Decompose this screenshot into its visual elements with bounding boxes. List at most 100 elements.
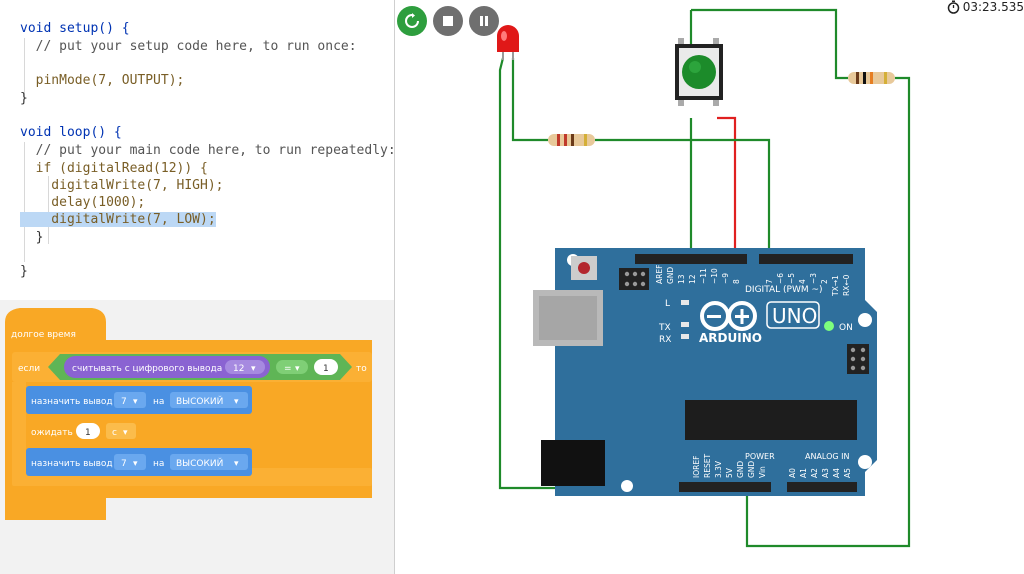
pin-label-tx1: TX→1: [831, 275, 840, 297]
chevron-down-icon: ▾: [133, 397, 138, 407]
digital-label: DIGITAL (PWM ~): [745, 285, 823, 295]
pin-label-12: 12: [688, 274, 697, 284]
set2-pin: 7: [121, 459, 127, 469]
simulator-canvas[interactable]: 03:23.535 UNO ARDUINO ON TX RX L DIGITAL…: [395, 0, 1024, 574]
chevron-down-icon: ▾: [133, 459, 138, 469]
resistor-led[interactable]: [548, 134, 595, 146]
pin-label-rx0: RX←0: [842, 274, 851, 296]
read-pin-value: 12: [233, 364, 244, 374]
set1-label: назначить вывод: [31, 397, 113, 407]
analog-label: ANALOG IN: [805, 452, 850, 461]
compare-op-dropdown[interactable]: [276, 360, 308, 374]
code-editor[interactable]: void setup() { // put your setup code he…: [0, 0, 394, 300]
pin-label-2: 2: [820, 279, 829, 284]
code-line-12[interactable]: digitalWrite(7, LOW);: [20, 211, 216, 229]
pin-label-11: ~11: [699, 268, 708, 284]
pin-label-5v: 5V: [725, 467, 734, 478]
code-line-4[interactable]: pinMode(7, OUTPUT);: [20, 72, 185, 90]
code-line-9[interactable]: if (digitalRead(12)) {: [20, 160, 208, 178]
pin-label-a0: A0: [788, 468, 797, 478]
code-line-10[interactable]: digitalWrite(7, HIGH);: [20, 177, 223, 195]
pin-label-3: ~3: [809, 273, 818, 284]
set2-pin-dropdown[interactable]: [114, 454, 146, 470]
read-label: считывать с цифрового вывода: [72, 364, 222, 374]
set1-to: на: [153, 397, 164, 407]
chevron-down-icon: ▾: [295, 364, 300, 374]
set-pin-block-2[interactable]: назначить вывод 7 ▾ на ВЫСОКИЙ ▾: [26, 448, 252, 476]
code-line-5[interactable]: }: [20, 90, 28, 108]
circuit-diagram[interactable]: UNO ARDUINO ON TX RX L DIGITAL (PWM ~) P…: [395, 0, 1024, 574]
tx-label: TX: [658, 323, 671, 333]
forever-label: долгое время: [11, 330, 76, 340]
set2-value: ВЫСОКИЙ: [176, 457, 223, 469]
led[interactable]: [497, 25, 519, 60]
code-line-1[interactable]: void setup() {: [20, 20, 130, 38]
header-analog: [787, 482, 857, 492]
compare-op-value: =: [284, 364, 292, 374]
pin-label-aref: AREF: [655, 265, 664, 284]
header-digital-high: [635, 254, 747, 264]
wait-unit: с: [112, 428, 117, 438]
rx-label: RX: [659, 335, 671, 345]
l-label: L: [665, 299, 670, 309]
on-label: ON: [839, 323, 853, 333]
power-led: [824, 321, 834, 331]
wait-value: 1: [85, 428, 91, 438]
blocks-canvas[interactable]: долгое время если то считывать с цифрово…: [0, 300, 394, 574]
set1-pin: 7: [121, 397, 127, 407]
code-line-8[interactable]: // put your main code here, to run repea…: [20, 142, 394, 160]
pin-label-5: ~5: [787, 273, 796, 284]
code-line-7[interactable]: void loop() {: [20, 124, 122, 142]
set2-to: на: [153, 459, 164, 469]
blocks-workspace[interactable]: долгое время если то считывать с цифрово…: [0, 300, 394, 574]
selected-code[interactable]: digitalWrite(7, LOW);: [20, 212, 216, 227]
chevron-down-icon: ▾: [234, 397, 239, 407]
power-jack: [541, 440, 605, 486]
code-line-11[interactable]: delay(1000);: [20, 194, 145, 212]
code-line-15[interactable]: }: [20, 263, 28, 281]
read-pin-dropdown[interactable]: [225, 360, 265, 374]
pin-label-4: 4: [798, 279, 807, 284]
set1-pin-dropdown[interactable]: [114, 392, 146, 408]
pin-label-a4: A4: [832, 468, 841, 478]
wire-resistor-pin7[interactable]: [595, 138, 771, 262]
pin-label-6: ~6: [776, 273, 785, 284]
push-button[interactable]: [675, 38, 723, 106]
chevron-down-icon: ▾: [251, 364, 256, 374]
code-line-2[interactable]: // put your setup code here, to run once…: [20, 38, 357, 56]
pin-label-gnd1: GND: [736, 461, 745, 478]
header-power: [679, 482, 771, 492]
header-digital-low: [759, 254, 853, 264]
arduino-uno[interactable]: UNO ARDUINO ON TX RX L DIGITAL (PWM ~) P…: [533, 248, 877, 496]
pin-label-a3: A3: [821, 468, 830, 478]
pin-label-10: ~10: [710, 268, 719, 284]
set2-label: назначить вывод: [31, 459, 113, 469]
then-label: то: [356, 364, 367, 374]
wait-label: ожидать: [31, 428, 73, 438]
uno-label: UNO: [772, 304, 817, 328]
pin-label-a5: A5: [843, 468, 852, 478]
pin-label-3v3: 3.3V: [714, 460, 723, 478]
pin-label-vin: Vin: [758, 466, 767, 478]
pin-label-a2: A2: [810, 468, 819, 478]
set-pin-block-1[interactable]: назначить вывод 7 ▾ на ВЫСОКИЙ ▾: [26, 386, 252, 414]
arduino-label: ARDUINO: [699, 331, 762, 345]
pin-label-a1: A1: [799, 468, 808, 478]
pin-label-8: 8: [732, 279, 741, 284]
chevron-down-icon: ▾: [123, 428, 128, 438]
pin-label-9: ~9: [721, 273, 730, 284]
pin-label-reset: RESET: [703, 454, 712, 478]
pin-label-ioref: IOREF: [692, 456, 701, 478]
pin-label-gnd: GND: [666, 267, 675, 284]
digital-read-block[interactable]: считывать с цифрового вывода 12 ▾: [64, 356, 270, 378]
wait-unit-dropdown[interactable]: [106, 423, 136, 439]
if-label: если: [18, 364, 40, 374]
compare-value: 1: [323, 364, 329, 374]
wait-block[interactable]: ожидать 1 с ▾: [26, 417, 142, 445]
wire-led-resistor[interactable]: [511, 58, 548, 142]
resistor-button[interactable]: [848, 72, 895, 84]
code-line-13[interactable]: }: [20, 229, 44, 247]
pin-label-13: 13: [677, 274, 686, 284]
pin-label-7: 7: [765, 279, 774, 284]
set1-value: ВЫСОКИЙ: [176, 395, 223, 407]
